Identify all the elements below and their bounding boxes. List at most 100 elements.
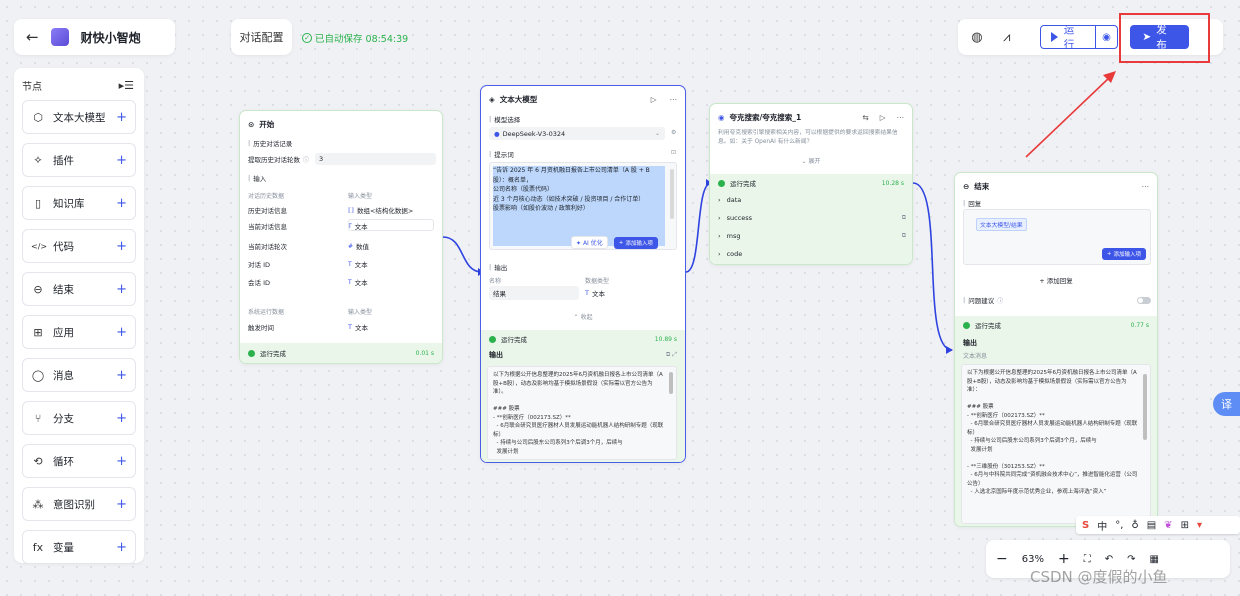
translate-icon[interactable]: 译 <box>1213 392 1240 416</box>
expand-icon[interactable]: ⊡ <box>671 149 676 156</box>
back-arrow-icon[interactable]: ← <box>26 28 39 46</box>
add-reply-plus-icon: + <box>1039 277 1047 285</box>
search-node-title: 夸克搜索/夸克搜索_1 <box>729 113 802 122</box>
swap-icon[interactable]: ⇆ <box>862 113 868 122</box>
sidebar-item[interactable]: ⬡ 文本大模型 + <box>22 100 136 134</box>
zoom-in-icon[interactable]: + <box>1058 551 1070 567</box>
sidebar-item-label: 变量 <box>53 541 74 554</box>
add-node-icon[interactable]: + <box>116 239 127 254</box>
out-name-field[interactable]: 结果 <box>489 286 579 300</box>
sidebar-item-label: 应用 <box>53 326 74 339</box>
add-node-icon[interactable]: + <box>116 540 127 555</box>
zoom-value: 63% <box>1021 553 1044 565</box>
sidebar-item[interactable]: fx 变量 + <box>22 530 136 564</box>
sidebar-item[interactable]: ⑂ 分支 + <box>22 401 136 435</box>
sidebar-item[interactable]: ⟲ 循环 + <box>22 444 136 478</box>
settings-icon[interactable]: ⚙ <box>671 129 676 136</box>
sidebar-item[interactable]: ⁂ 意图识别 + <box>22 487 136 521</box>
run-button[interactable]: 运行 <box>1041 26 1096 48</box>
sidebar-item[interactable]: ▯ 知识库 + <box>22 186 136 220</box>
add-node-icon[interactable]: + <box>116 497 127 512</box>
ai-optimize-button[interactable]: ✦ AI 优化 <box>571 236 608 249</box>
node-more-icon[interactable]: ⋯ <box>1142 182 1150 191</box>
add-node-icon[interactable]: + <box>116 282 127 297</box>
more-ime-icon[interactable]: ▾ <box>1197 520 1202 531</box>
add-node-icon[interactable]: + <box>116 110 127 125</box>
search-output-label: data <box>726 196 742 204</box>
add-node-icon[interactable]: + <box>116 196 127 211</box>
add-node-icon[interactable]: + <box>116 153 127 168</box>
prompt-scrollbar[interactable] <box>670 169 674 219</box>
end-add-input-button[interactable]: + 添加输入项 <box>1101 248 1146 260</box>
collapse-label[interactable]: 收起 <box>580 314 592 321</box>
skin-icon[interactable]: ❦ <box>1164 520 1172 531</box>
suggest-toggle[interactable] <box>1137 296 1151 304</box>
eye-icon[interactable]: ◉ <box>1096 26 1118 48</box>
redo-icon[interactable]: ↷ <box>1127 554 1135 565</box>
copy-icon[interactable]: ⧉ <box>902 232 906 240</box>
sidebar-item[interactable]: ◯ 消息 + <box>22 358 136 392</box>
search-time: 10.28 s <box>881 179 904 187</box>
llm-output-scrollbar[interactable] <box>669 372 673 394</box>
add-node-icon[interactable]: + <box>116 454 127 469</box>
type-icon: T <box>348 260 352 268</box>
end-output-scrollbar[interactable] <box>1143 374 1147 440</box>
sidebar-item[interactable]: ⊞ 应用 + <box>22 315 136 349</box>
node-more-icon[interactable]: ⋯ <box>670 95 678 104</box>
col-type-header: 输入类型 <box>348 193 373 200</box>
chevron-right-icon: › <box>718 196 721 204</box>
reply-tag[interactable]: 文本大模型/结果 <box>976 218 1027 231</box>
ime-mode-icon[interactable]: 中 <box>1097 518 1107 533</box>
info-icon: ⓘ <box>303 156 310 164</box>
zoom-out-icon[interactable]: − <box>996 551 1008 567</box>
end-node-title: 结束 <box>974 182 990 191</box>
add-input-button[interactable]: + 添加输入项 <box>613 236 658 249</box>
play-circle-icon[interactable]: ▷ <box>880 113 886 122</box>
search-result-panel: 运行完成 10.28 s › data › success ⧉ › msg ⧉ › code <box>710 174 912 264</box>
type-select[interactable] <box>348 219 434 231</box>
grid-icon[interactable]: ⊞ <box>1181 520 1189 531</box>
sidebar-item[interactable]: ⟡ 插件 + <box>22 143 136 177</box>
keyboard-icon[interactable]: ▤ <box>1147 520 1156 531</box>
sidebar-item[interactable]: </> 代码 + <box>22 229 136 263</box>
search-output-row[interactable]: › success ⧉ <box>718 214 906 222</box>
search-node-icon: ◉ <box>718 113 725 122</box>
message-icon: ◯ <box>31 368 45 382</box>
node-more-icon[interactable]: ⋯ <box>897 113 905 122</box>
dialog-config-button[interactable]: 对话配置 <box>231 19 292 55</box>
globe-icon[interactable]: ◍ <box>966 26 988 48</box>
mic-icon[interactable]: ♁ <box>1131 520 1138 531</box>
copy-icon[interactable]: ⧉ ⤢ <box>666 351 677 359</box>
undo-icon[interactable]: ↶ <box>1105 554 1113 565</box>
input-section: 输入 <box>253 175 267 183</box>
start-icon: ⊙ <box>248 120 255 129</box>
llm-node[interactable]: ◈ 文本大模型 ▷ ⋯ | 模型选择 ● DeepSeek-V3-0324 ⌄ ⚙… <box>480 85 686 463</box>
search-output-row[interactable]: › code <box>718 250 906 258</box>
fit-view-icon[interactable]: ⛶ <box>1084 554 1091 565</box>
highlight-box <box>1119 13 1210 63</box>
end-node[interactable]: ⊖ 结束 ⋯ | 回复 文本大模型/结果 + 添加输入项 + 添加回复 | 问题建… <box>954 172 1158 527</box>
punct-icon[interactable]: °, <box>1115 520 1123 531</box>
add-node-icon[interactable]: + <box>116 368 127 383</box>
sidebar-item[interactable]: ⊖ 结束 + <box>22 272 136 306</box>
add-node-icon[interactable]: + <box>116 325 127 340</box>
search-output-row[interactable]: › data <box>718 196 906 204</box>
search-expand[interactable]: 展开 <box>808 158 820 165</box>
trigger-time-type: 文本 <box>354 324 368 332</box>
autosave-status: ✓ 已自动保存 08:54:39 <box>302 31 408 45</box>
search-output-row[interactable]: › msg ⧉ <box>718 232 906 240</box>
model-select[interactable]: ● DeepSeek-V3-0324 ⌄ <box>489 127 665 140</box>
add-node-icon[interactable]: + <box>116 411 127 426</box>
chart-icon[interactable]: ⩘ <box>996 26 1018 48</box>
history-count-field[interactable]: 3 <box>315 153 436 165</box>
reply-box[interactable]: 文本大模型/结果 + 添加输入项 <box>963 209 1151 265</box>
start-node[interactable]: ⊙ 开始 | 历史对话记录 提取历史对话轮数 ⓘ 3 | 输入 对话历史数据 输入类型… <box>239 110 443 364</box>
search-node[interactable]: ◉ 夸克搜索/夸克搜索_1 ⇆ ▷ ⋯ 利用夸克搜索引擎搜索相关内容，可以根据提… <box>709 103 913 265</box>
add-reply-label[interactable]: 添加回复 <box>1047 277 1073 285</box>
minimap-icon[interactable]: ▦ <box>1149 554 1158 565</box>
play-circle-icon[interactable]: ▷ <box>651 95 657 104</box>
book-icon: ▯ <box>34 196 42 210</box>
copy-icon[interactable]: ⧉ <box>902 214 906 222</box>
sogou-icon[interactable]: S <box>1082 520 1089 531</box>
collapse-list-icon[interactable]: ▸☰ <box>119 79 134 92</box>
